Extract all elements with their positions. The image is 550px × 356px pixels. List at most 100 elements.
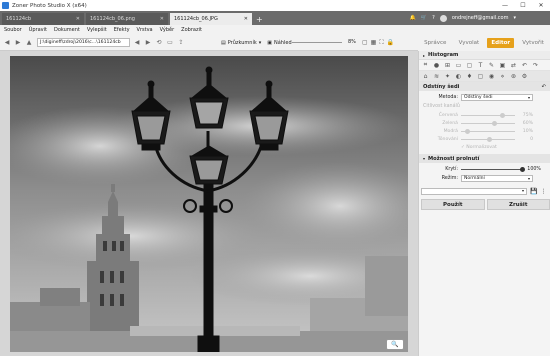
slider-knob[interactable]: [500, 112, 506, 118]
close-window-button[interactable]: ✕: [532, 0, 550, 11]
redo-icon[interactable]: ↷: [532, 62, 539, 69]
explorer-label: Průzkumník: [227, 39, 257, 46]
slider-knob[interactable]: [492, 120, 498, 126]
undo-icon[interactable]: ↶: [521, 62, 528, 69]
cancel-button[interactable]: Zrušit: [486, 199, 550, 210]
layers-icon[interactable]: ▭: [455, 62, 462, 69]
tool-row-1: ⌗ ● ⊞ ▭ ▢ T ✎ ▣ ⇄ ↶ ↷: [419, 60, 550, 71]
rotate-icon[interactable]: ⟲: [155, 39, 163, 47]
method-value: Odstíny šedi: [464, 95, 493, 100]
mode-vyvolat[interactable]: Vyvolat: [455, 38, 484, 48]
path-field[interactable]: J:\digineff\zdroj\2016\c...\161124cb: [37, 38, 130, 47]
blend-mode-select[interactable]: Normální ▾: [461, 175, 533, 182]
tab-161124cb[interactable]: 161124cb ✕: [2, 13, 84, 25]
frame-icon[interactable]: ▢: [477, 73, 484, 80]
minimize-button[interactable]: —: [496, 0, 514, 11]
chevron-down-icon: ▾: [521, 188, 524, 193]
home-icon[interactable]: ⌂: [422, 73, 429, 80]
tab-label: 161124cb_06.png: [90, 16, 135, 22]
slider-knob[interactable]: [465, 128, 471, 134]
next-image-icon[interactable]: ▶: [144, 39, 152, 47]
expand-icon: ▸: [423, 52, 426, 58]
account-email[interactable]: ondrejneff@gmail.com: [452, 15, 509, 21]
brush-icon[interactable]: ✎: [488, 62, 495, 69]
adjust-icon[interactable]: ◐: [455, 73, 462, 80]
more-icon[interactable]: ⋮: [540, 188, 546, 195]
add-tab-button[interactable]: +: [256, 13, 263, 25]
fit-to-screen-icon[interactable]: ▢: [362, 39, 368, 47]
save-preset-icon[interactable]: 💾: [530, 188, 537, 195]
blend-title: Možnosti prolnutí: [428, 155, 480, 162]
mode-editor[interactable]: Editor: [487, 38, 515, 48]
crop-icon[interactable]: ⌗: [422, 61, 429, 69]
clone-icon[interactable]: ⊛: [510, 73, 517, 80]
mode-switcher: Správce Vyvolat Editor Vytvořit: [418, 35, 550, 51]
navigator-button[interactable]: 🔍: [386, 339, 404, 350]
circle-icon[interactable]: ●: [433, 62, 440, 69]
red-slider[interactable]: [461, 112, 515, 118]
menu-item-soubor[interactable]: Soubor: [4, 27, 22, 33]
text-icon[interactable]: T: [477, 62, 484, 69]
fullscreen-icon[interactable]: ⛶: [379, 39, 383, 47]
wand-icon[interactable]: ✦: [444, 73, 451, 80]
photo-canvas[interactable]: [10, 56, 408, 352]
maximize-button[interactable]: ☐: [514, 0, 532, 11]
previous-image-icon[interactable]: ◀: [133, 39, 141, 47]
cart-icon[interactable]: 🛒: [421, 15, 427, 21]
preset-row: ▾ 💾 ⋮: [419, 186, 550, 197]
folder-icon[interactable]: ▭: [166, 39, 174, 47]
green-slider[interactable]: [461, 120, 515, 126]
green-value: 60%: [522, 120, 533, 126]
resize-icon[interactable]: ⊞: [444, 62, 451, 69]
up-folder-icon[interactable]: ▲: [25, 39, 33, 47]
toning-slider[interactable]: [461, 136, 515, 142]
user-avatar[interactable]: [439, 14, 447, 22]
apply-button[interactable]: Použít: [421, 199, 485, 210]
tab-close-icon[interactable]: ✕: [244, 16, 248, 22]
mask-icon[interactable]: ▢: [466, 62, 473, 69]
notifications-icon[interactable]: 🔔: [410, 15, 416, 21]
histogram-header[interactable]: ▸ Histogram: [419, 51, 550, 60]
back-icon[interactable]: ◀: [3, 39, 11, 47]
zoom-slider[interactable]: [292, 42, 342, 43]
sharpen-icon[interactable]: ⋄: [499, 73, 506, 80]
opacity-slider[interactable]: [461, 167, 525, 172]
preview-toggle[interactable]: ▣ Náhled: [267, 40, 291, 46]
forward-icon[interactable]: ▶: [14, 39, 22, 47]
reset-icon[interactable]: ↶: [542, 84, 546, 90]
tab-close-icon[interactable]: ✕: [76, 16, 80, 22]
blue-slider[interactable]: [461, 128, 515, 134]
flip-icon[interactable]: ⇄: [510, 62, 517, 69]
help-icon[interactable]: ?: [432, 15, 435, 21]
menu-item-zobrazit[interactable]: Zobrazit: [181, 27, 202, 33]
image-icon[interactable]: ▣: [499, 62, 506, 69]
settings-icon[interactable]: ⚙: [521, 73, 528, 80]
image-viewer[interactable]: 🔍: [0, 51, 418, 356]
compare-icon[interactable]: ▦: [371, 39, 377, 47]
menu-item-vylepsit[interactable]: Vylepšit: [87, 27, 107, 33]
method-select[interactable]: Odstíny šedi ▾: [461, 94, 533, 101]
blend-header[interactable]: ▾ Možnosti prolnutí: [419, 154, 550, 163]
app-logo-icon: [2, 2, 9, 9]
slider-knob[interactable]: [520, 167, 525, 172]
menu-item-efekty[interactable]: Efekty: [114, 27, 130, 33]
tab-161124cb-png[interactable]: 161124cb_06.png ✕: [86, 13, 168, 25]
mode-vytvorit[interactable]: Vytvořit: [518, 38, 548, 48]
slider-knob[interactable]: [486, 136, 492, 142]
menu-item-upravit[interactable]: Úpravit: [29, 27, 47, 33]
levels-icon[interactable]: ≋: [433, 73, 440, 80]
tab-161124cb-jpg[interactable]: 161124cb_06.JPG ✕: [170, 13, 252, 25]
menu-item-dokument[interactable]: Dokument: [54, 27, 80, 33]
mode-spravce[interactable]: Správce: [420, 38, 450, 48]
normalize-checkbox[interactable]: ✓ Normalizovat: [419, 143, 550, 152]
preset-select[interactable]: ▾: [421, 188, 527, 195]
menu-item-vrstva[interactable]: Vrstva: [137, 27, 153, 33]
lock-icon[interactable]: 🔒: [387, 39, 394, 47]
chevron-down-icon[interactable]: ▾: [513, 15, 516, 21]
import-icon[interactable]: ⇪: [177, 39, 185, 47]
tab-close-icon[interactable]: ✕: [160, 16, 164, 22]
drop-icon[interactable]: ♦: [466, 73, 473, 80]
menu-item-vyber[interactable]: Výběr: [160, 27, 175, 33]
eye-icon[interactable]: ◉: [488, 73, 495, 80]
explorer-dropdown[interactable]: ▤ Průzkumník ▾: [221, 40, 261, 46]
